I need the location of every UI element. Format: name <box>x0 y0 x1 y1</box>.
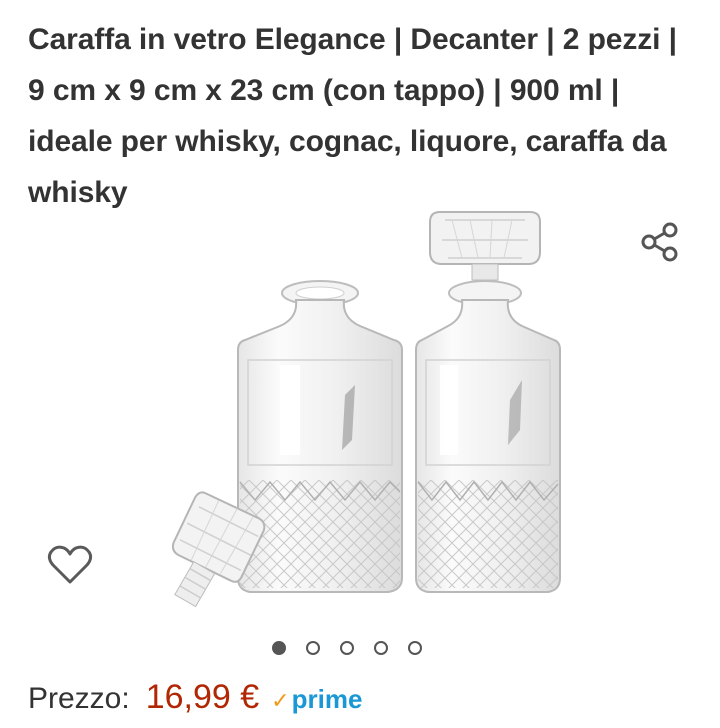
more-options-icon[interactable] <box>682 0 706 4</box>
gallery-dot-1[interactable] <box>272 641 286 655</box>
price-row: Prezzo: 16,99 € ✓ prime <box>28 678 362 728</box>
prime-label: prime <box>291 684 363 714</box>
prime-badge: ✓ prime <box>271 684 362 715</box>
heart-icon <box>47 545 93 584</box>
wishlist-button[interactable] <box>44 540 96 590</box>
right-decanter <box>415 211 561 593</box>
gallery-dot-4[interactable] <box>374 641 388 655</box>
gallery-dot-5[interactable] <box>408 641 422 655</box>
share-button[interactable] <box>634 218 686 266</box>
gallery-dot-2[interactable] <box>306 641 320 655</box>
gallery-pagination <box>272 637 422 659</box>
price-label: Prezzo: <box>28 682 130 715</box>
product-title: Caraffa in vetro Elegance | Decanter | 2… <box>28 23 677 209</box>
left-decanter <box>237 280 403 593</box>
share-icon <box>641 222 678 262</box>
product-image[interactable] <box>130 200 590 620</box>
gallery-dot-3[interactable] <box>340 641 354 655</box>
checkmark-icon: ✓ <box>271 688 290 713</box>
price-value: 16,99 € <box>145 678 260 716</box>
